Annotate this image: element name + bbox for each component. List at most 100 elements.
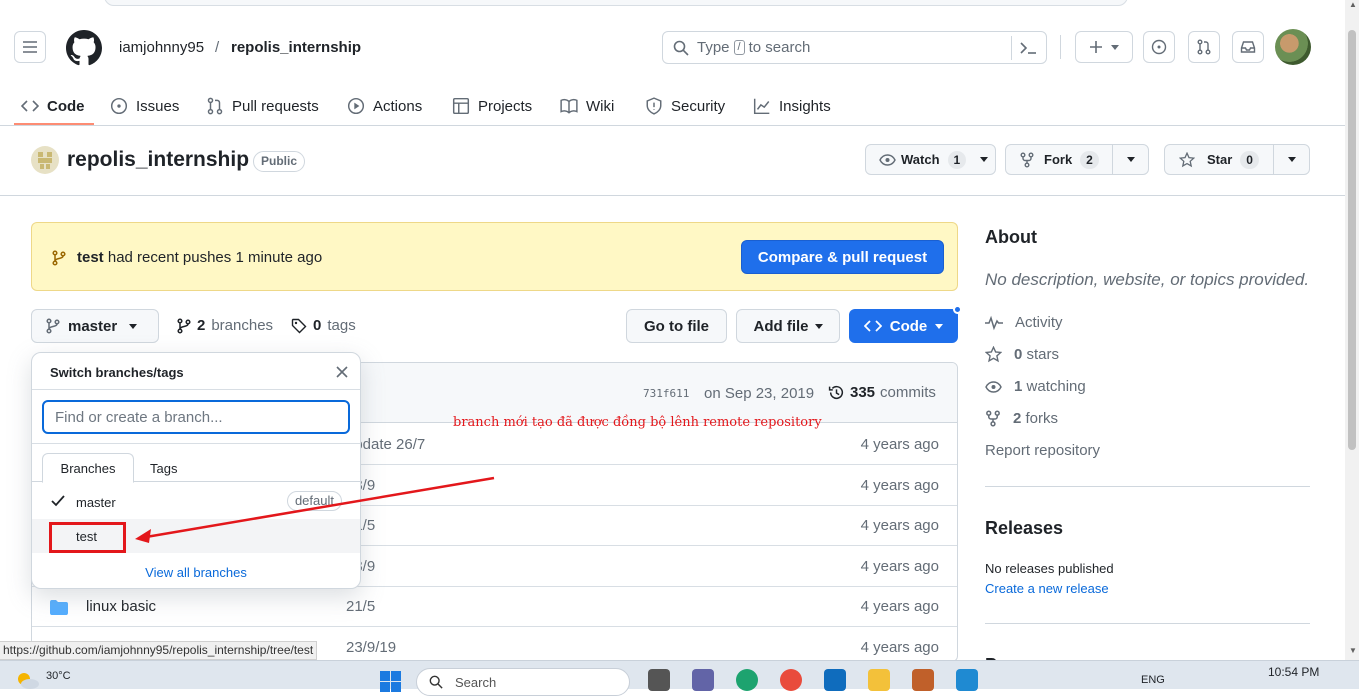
scroll-down-icon[interactable]: ▼ bbox=[1349, 646, 1357, 655]
tab-projects[interactable]: Projects bbox=[452, 90, 532, 122]
tab-security[interactable]: Security bbox=[645, 90, 725, 122]
github-header: iamjohnny95 / repolis_internship Type / … bbox=[0, 12, 1345, 126]
file-time: 4 years ago bbox=[860, 517, 939, 534]
active-tab-indicator bbox=[14, 123, 94, 125]
tab-pull-requests[interactable]: Pull requests bbox=[206, 90, 319, 122]
windows-start-icon[interactable] bbox=[380, 671, 402, 693]
issue-icon bbox=[1151, 39, 1167, 55]
report-repository-link[interactable]: Report repository bbox=[985, 442, 1100, 459]
code-icon bbox=[21, 100, 39, 112]
app-icon[interactable] bbox=[912, 669, 934, 691]
weather-temperature[interactable]: 30°C bbox=[46, 670, 71, 682]
view-all-branches-link[interactable]: View all branches bbox=[32, 565, 360, 580]
caret-down-icon bbox=[980, 157, 989, 162]
caret-down-icon bbox=[814, 323, 823, 329]
repo-title[interactable]: repolis_internship bbox=[67, 148, 249, 172]
star-label: Star bbox=[1207, 152, 1233, 167]
teams-icon[interactable] bbox=[692, 669, 714, 691]
branch-name: master bbox=[76, 495, 116, 510]
fork-icon bbox=[1020, 152, 1034, 167]
plus-icon bbox=[1090, 41, 1102, 53]
clock-time[interactable]: 10:54 PM bbox=[1268, 665, 1319, 679]
tab-actions[interactable]: Actions bbox=[347, 90, 422, 122]
file-commit-message[interactable]: 21/5 bbox=[346, 598, 375, 615]
tab-insights[interactable]: Insights bbox=[753, 90, 831, 122]
star-button[interactable]: Star 0 bbox=[1164, 144, 1310, 175]
file-explorer-icon[interactable] bbox=[868, 669, 890, 691]
branch-icon bbox=[52, 250, 66, 266]
tags-label: tags bbox=[327, 317, 356, 334]
commits-link[interactable]: 335 commits bbox=[828, 384, 936, 401]
file-time: 4 years ago bbox=[860, 598, 939, 615]
create-new-button[interactable] bbox=[1075, 31, 1133, 63]
about-title: About bbox=[985, 227, 1037, 247]
menu-button[interactable] bbox=[14, 31, 46, 63]
file-commit-message[interactable]: 23/9/19 bbox=[346, 639, 396, 656]
pull-requests-button[interactable] bbox=[1188, 31, 1220, 63]
owner-link[interactable]: iamjohnny95 bbox=[119, 39, 204, 56]
visibility-badge: Public bbox=[253, 151, 306, 172]
commit-sha[interactable]: 731f611 bbox=[643, 387, 689, 400]
close-icon[interactable] bbox=[335, 365, 349, 379]
task-view-icon[interactable] bbox=[648, 669, 670, 691]
chrome-icon[interactable] bbox=[780, 669, 802, 691]
branch-select-button[interactable]: master bbox=[31, 309, 159, 343]
add-file-button[interactable]: Add file bbox=[736, 309, 840, 343]
repo-tabs: Code Issues Pull requests Actions Projec… bbox=[0, 84, 1345, 126]
user-avatar[interactable] bbox=[1275, 29, 1311, 65]
report-label: Report repository bbox=[985, 442, 1101, 459]
forks-label: forks bbox=[1025, 410, 1059, 427]
create-release-link[interactable]: Create a new release bbox=[985, 581, 1109, 596]
tags-count: 0 bbox=[313, 317, 322, 334]
hamburger-icon bbox=[23, 41, 37, 53]
go-to-file-button[interactable]: Go to file bbox=[626, 309, 727, 343]
repo-link[interactable]: repolis_internship bbox=[231, 39, 361, 56]
pulse-icon bbox=[985, 315, 1003, 330]
releases-title[interactable]: Releases bbox=[985, 518, 1063, 539]
scroll-up-icon[interactable]: ▲ bbox=[1349, 0, 1357, 9]
issues-button[interactable] bbox=[1143, 31, 1175, 63]
watching-label: watching bbox=[1026, 378, 1086, 395]
github-logo-icon[interactable] bbox=[66, 30, 102, 66]
taskbar-search-label: Search bbox=[455, 674, 497, 690]
table-icon bbox=[452, 97, 470, 115]
file-time: 4 years ago bbox=[860, 558, 939, 575]
inbox-button[interactable] bbox=[1232, 31, 1264, 63]
branch-filter-input[interactable]: Find or create a branch... bbox=[42, 400, 350, 434]
branches-link[interactable]: 2 branches bbox=[177, 317, 273, 334]
table-row[interactable]: linux basic 21/5 4 years ago bbox=[32, 586, 957, 627]
tab-wiki[interactable]: Wiki bbox=[560, 90, 614, 122]
vscode-icon[interactable] bbox=[956, 669, 978, 691]
tags-link[interactable]: 0 tags bbox=[291, 317, 356, 334]
code-button[interactable]: Code bbox=[849, 309, 958, 343]
scroll-thumb[interactable] bbox=[1348, 30, 1356, 450]
language-indicator[interactable]: ENG bbox=[1141, 674, 1165, 686]
page-scrollbar[interactable]: ▲ ▼ bbox=[1345, 0, 1359, 660]
file-name[interactable]: linux basic bbox=[86, 598, 156, 615]
tab-code[interactable]: Code bbox=[21, 90, 85, 122]
tab-issues[interactable]: Issues bbox=[110, 90, 179, 122]
branch-icon bbox=[177, 317, 191, 334]
watch-button[interactable]: Watch 1 bbox=[865, 144, 996, 175]
tab-label: Security bbox=[671, 97, 726, 115]
search-input[interactable]: Type / to search bbox=[662, 31, 1047, 64]
tab-label: Code bbox=[47, 97, 85, 115]
activity-link[interactable]: Activity bbox=[985, 314, 1063, 331]
fork-dropdown[interactable] bbox=[1112, 145, 1148, 174]
issue-icon bbox=[110, 97, 128, 115]
watching-link[interactable]: 1 watching bbox=[985, 378, 1086, 395]
history-icon bbox=[828, 385, 844, 399]
fork-button[interactable]: Fork 2 bbox=[1005, 144, 1149, 175]
caret-down-icon bbox=[1111, 44, 1119, 50]
forks-link[interactable]: 2 forks bbox=[985, 410, 1058, 427]
edge-icon[interactable] bbox=[736, 669, 758, 691]
mail-icon[interactable] bbox=[824, 669, 846, 691]
star-dropdown[interactable] bbox=[1273, 145, 1309, 174]
taskbar-search[interactable]: Search bbox=[416, 668, 630, 696]
annotation-highlight-box bbox=[49, 522, 126, 553]
address-bar[interactable] bbox=[104, 0, 1128, 6]
compare-pull-request-button[interactable]: Compare & pull request bbox=[741, 240, 944, 274]
tab-branches[interactable]: Branches bbox=[42, 453, 134, 483]
stars-link[interactable]: 0 stars bbox=[985, 346, 1059, 363]
command-palette-icon[interactable] bbox=[1019, 40, 1037, 56]
